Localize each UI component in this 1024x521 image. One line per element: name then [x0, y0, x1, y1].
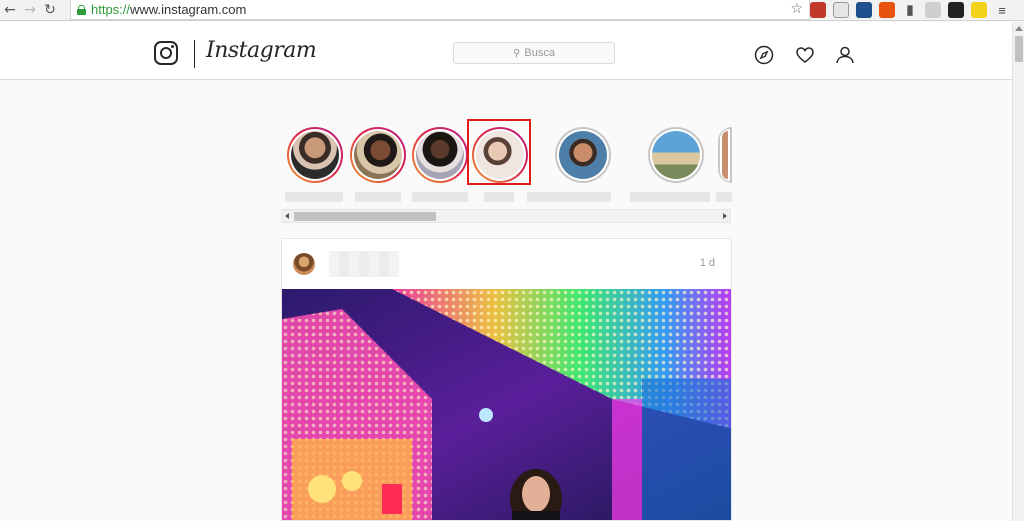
scrollbar-thumb[interactable] — [1015, 36, 1023, 62]
scroll-left-arrow-icon[interactable] — [285, 213, 289, 219]
logo-divider — [194, 40, 195, 68]
search-icon: ⚲ — [513, 47, 521, 59]
activity-heart-icon[interactable] — [795, 45, 815, 65]
story-username-blurred — [412, 192, 468, 202]
search-placeholder: Busca — [524, 47, 555, 59]
instagram-header: Instagram ⚲ Busca — [0, 22, 1012, 80]
story-avatar-partial[interactable] — [718, 127, 732, 183]
extension-icon[interactable] — [925, 2, 941, 18]
search-input[interactable]: ⚲ Busca — [453, 42, 615, 64]
extensions-bar: ▮ ≡ — [810, 1, 1010, 19]
explore-compass-icon[interactable] — [754, 45, 774, 65]
story-username-blurred — [716, 192, 732, 202]
address-bar[interactable]: https://www.instagram.com ☆ — [70, 0, 810, 20]
story-username-blurred — [285, 192, 343, 202]
forward-arrow-icon[interactable]: → — [20, 0, 40, 20]
post-photo[interactable] — [282, 289, 731, 520]
feed-post: 1 d — [281, 238, 732, 521]
url-text: https://www.instagram.com — [91, 2, 247, 17]
story-avatar[interactable] — [648, 127, 704, 183]
bookmark-star-icon[interactable]: ☆ — [790, 1, 803, 17]
story-username-blurred — [527, 192, 611, 202]
reload-icon[interactable]: ↻ — [40, 0, 60, 20]
story-username-blurred — [630, 192, 710, 202]
scroll-right-arrow-icon[interactable] — [723, 213, 727, 219]
extension-icon[interactable] — [948, 2, 964, 18]
lock-icon — [77, 4, 86, 15]
post-photo-illustration — [282, 289, 731, 520]
post-author-avatar[interactable] — [293, 253, 315, 275]
stories-scrollbar-thumb[interactable] — [294, 212, 436, 221]
story-avatar[interactable] — [412, 127, 468, 183]
browser-toolbar: ← → ↻ https://www.instagram.com ☆ ▮ ≡ — [0, 0, 1024, 21]
selection-highlight — [467, 119, 531, 185]
scroll-up-arrow-icon[interactable] — [1015, 26, 1023, 31]
stories-horizontal-scrollbar[interactable] — [281, 209, 731, 223]
extension-icon[interactable] — [971, 2, 987, 18]
back-arrow-icon[interactable]: ← — [0, 0, 20, 20]
story-username-blurred — [355, 192, 401, 202]
profile-person-icon[interactable] — [835, 45, 855, 65]
menu-icon[interactable]: ≡ — [994, 2, 1010, 18]
story-avatar[interactable] — [287, 127, 343, 183]
office-extension-icon[interactable] — [879, 2, 895, 18]
instagram-wordmark[interactable]: Instagram — [206, 38, 317, 63]
extension-icon[interactable] — [856, 2, 872, 18]
story-avatar[interactable] — [555, 127, 611, 183]
extension-icon[interactable] — [833, 2, 849, 18]
post-author-username-blurred[interactable] — [329, 251, 399, 277]
story-username-blurred — [484, 192, 514, 202]
instagram-camera-icon[interactable] — [154, 41, 178, 65]
page-scrollbar[interactable] — [1012, 22, 1024, 521]
extension-icon[interactable] — [810, 2, 826, 18]
bookmark-extension-icon[interactable]: ▮ — [902, 2, 918, 18]
post-timestamp[interactable]: 1 d — [700, 257, 715, 269]
story-avatar[interactable] — [350, 127, 406, 183]
